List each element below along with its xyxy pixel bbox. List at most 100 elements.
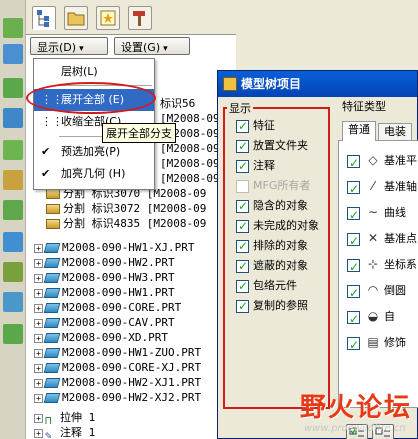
extrude-icon: ⊓ xyxy=(45,413,52,427)
split-icon xyxy=(46,219,60,229)
checkbox-icon[interactable] xyxy=(347,310,360,328)
tree-row[interactable]: + M2008-090-HW2-XJ1.PRT xyxy=(34,375,201,390)
feature-type-row[interactable]: ◠ 倒圆 xyxy=(347,281,406,302)
toolbar-tool-icon[interactable] xyxy=(3,262,23,282)
checkbox-icon[interactable] xyxy=(236,299,249,313)
toolbar-tool-icon[interactable] xyxy=(3,108,23,128)
expand-toggle-icon[interactable]: + xyxy=(34,288,43,298)
part-icon xyxy=(43,258,61,268)
tree-row[interactable]: + M2008-090-HW1-XJ.PRT xyxy=(34,240,194,255)
show-option-checkbox[interactable]: 未完成的对象 xyxy=(236,219,319,237)
toolbar-tool-icon[interactable] xyxy=(3,200,23,220)
checkbox-icon[interactable] xyxy=(236,199,249,213)
show-option-checkbox[interactable]: 放置文件夹 xyxy=(236,139,308,157)
checkbox-icon[interactable] xyxy=(347,154,360,172)
tree-row[interactable]: [M2008-09 xyxy=(160,156,220,171)
checkbox-icon[interactable] xyxy=(236,279,249,293)
watermark-url: www.proewildfire.cn xyxy=(304,423,406,434)
expand-toggle-icon[interactable]: + xyxy=(34,378,43,388)
toolbar-tool-icon[interactable] xyxy=(3,292,23,312)
expand-toggle-icon[interactable]: + xyxy=(34,333,43,343)
tree-row[interactable]: + M2008-090-XD.PRT xyxy=(34,330,168,345)
toolbar-tool-icon[interactable] xyxy=(3,44,23,64)
show-option-label: 注释 xyxy=(253,159,275,172)
tree-row-label: 注释 1 xyxy=(60,426,96,439)
tree-row[interactable]: 标识56 xyxy=(160,96,195,111)
show-option-label: MFG所有者 xyxy=(253,179,311,192)
feature-type-row[interactable]: ◇ 基准平 xyxy=(347,151,417,172)
expand-toggle-icon[interactable]: + xyxy=(34,363,43,373)
tree-row[interactable]: [M2008-09 xyxy=(160,141,220,156)
toolbar-tool-icon[interactable] xyxy=(3,140,23,160)
expand-toggle-icon[interactable]: + xyxy=(34,348,43,358)
menu-item-highlight-geometry[interactable]: ✔ 加亮几何 (H) xyxy=(34,163,154,185)
toolbar-tool-icon[interactable] xyxy=(3,78,23,98)
tab-general[interactable]: 普通 xyxy=(342,121,376,141)
expand-toggle-icon[interactable]: + xyxy=(34,243,43,253)
tree-row[interactable]: + M2008-090-HW1.PRT xyxy=(34,285,175,300)
expand-toggle-icon[interactable]: + xyxy=(34,258,43,268)
folder-tab-icon[interactable] xyxy=(64,6,88,30)
tree-row[interactable]: + ⊓ 拉伸 1 xyxy=(34,410,95,427)
show-option-checkbox[interactable]: 特征 xyxy=(236,119,275,137)
favorites-tab-icon[interactable] xyxy=(96,6,120,30)
expand-toggle-icon[interactable]: + xyxy=(34,273,43,283)
check-icon: ✔ xyxy=(41,167,51,180)
checkbox-icon[interactable] xyxy=(347,336,360,354)
checkbox-icon[interactable] xyxy=(347,206,360,224)
tab-electrical[interactable]: 电装 xyxy=(378,123,412,141)
tree-row[interactable]: + M2008-090-HW2.PRT xyxy=(34,255,175,270)
checkbox-icon[interactable] xyxy=(347,180,360,198)
tree-row[interactable]: + M2008-090-HW2-XJ2.PRT xyxy=(34,390,201,405)
tree-row[interactable]: + M2008-090-CORE-XJ.PRT xyxy=(34,360,201,375)
checkbox-icon[interactable] xyxy=(236,139,249,153)
show-option-checkbox[interactable]: 包络元件 xyxy=(236,279,297,297)
checkbox-icon[interactable] xyxy=(347,258,360,276)
expand-toggle-icon[interactable]: + xyxy=(34,303,43,313)
expand-toggle-icon[interactable]: + xyxy=(34,393,43,403)
show-option-label: 排除的对象 xyxy=(253,239,308,252)
menu-item-layer-tree[interactable]: 层树(L) xyxy=(34,61,154,83)
show-dropdown-button[interactable]: 显示(D) ▾ xyxy=(30,37,108,55)
tree-row[interactable]: + M2008-090-CORE.PRT xyxy=(34,300,181,315)
expand-toggle-icon[interactable]: + xyxy=(34,318,43,328)
expand-toggle-icon[interactable]: + xyxy=(34,413,43,423)
show-option-checkbox[interactable]: 遮蔽的对象 xyxy=(236,259,308,277)
tree-row[interactable]: + M2008-090-HW1-ZUO.PRT xyxy=(34,345,201,360)
settings-tab-icon[interactable] xyxy=(128,6,152,30)
tree-row[interactable]: + ✎ 注释 1 xyxy=(34,425,95,439)
checkbox-icon[interactable] xyxy=(236,239,249,253)
tree-row[interactable]: [M2008-09 xyxy=(160,171,220,186)
toolbar-tool-icon[interactable] xyxy=(3,232,23,252)
toolbar-tool-icon[interactable] xyxy=(3,324,23,344)
checkbox-icon[interactable] xyxy=(347,232,360,250)
tree-row[interactable]: + M2008-090-CAV.PRT xyxy=(34,315,175,330)
show-option-checkbox[interactable]: 隐含的对象 xyxy=(236,199,308,217)
dialog-title-bar[interactable]: 模型树项目 xyxy=(218,71,417,97)
show-option-checkbox[interactable]: 复制的参照 xyxy=(236,299,308,317)
tree-row[interactable]: 分割 标识3072 [M2008-09 xyxy=(46,201,206,216)
checkbox-icon[interactable] xyxy=(236,219,249,233)
tree-row[interactable]: + M2008-090-HW3.PRT xyxy=(34,270,175,285)
checkbox-icon[interactable] xyxy=(347,284,360,302)
show-option-checkbox[interactable]: 排除的对象 xyxy=(236,239,308,257)
feature-type-list: ◇基准平 ⁄基准轴 ∼曲线 ✕基准点 ⊹坐标系 ◠倒圆 ◒自 ▤修饰 xyxy=(338,140,418,408)
feature-type-row[interactable]: ◒自 xyxy=(347,307,395,328)
expand-toggle-icon[interactable]: + xyxy=(34,428,43,438)
feature-type-row[interactable]: ∼ 曲线 xyxy=(347,203,406,224)
menu-item-preselect-highlight[interactable]: ✔ 预选加亮(P) xyxy=(34,141,154,163)
checkbox-icon[interactable] xyxy=(236,259,249,273)
tree-row[interactable]: 分割 标识4835 [M2008-09 xyxy=(46,216,206,231)
checkbox-icon[interactable] xyxy=(236,119,249,133)
checkbox-icon[interactable] xyxy=(236,159,249,173)
toolbar-tool-icon[interactable] xyxy=(3,170,23,190)
feature-type-row[interactable]: ✕ 基准点 xyxy=(347,229,417,250)
feature-type-row[interactable]: ⁄ 基准轴 xyxy=(347,177,417,198)
split-icon xyxy=(46,204,60,214)
feature-type-row[interactable]: ⊹ 坐标系 xyxy=(347,255,417,276)
toolbar-tool-icon[interactable] xyxy=(3,18,23,38)
feature-type-row[interactable]: ▤ 修饰 xyxy=(347,333,406,354)
settings-dropdown-button[interactable]: 设置(G) ▾ xyxy=(114,37,190,55)
model-tree-tab-icon[interactable] xyxy=(32,6,56,30)
show-option-checkbox[interactable]: 注释 xyxy=(236,159,275,177)
